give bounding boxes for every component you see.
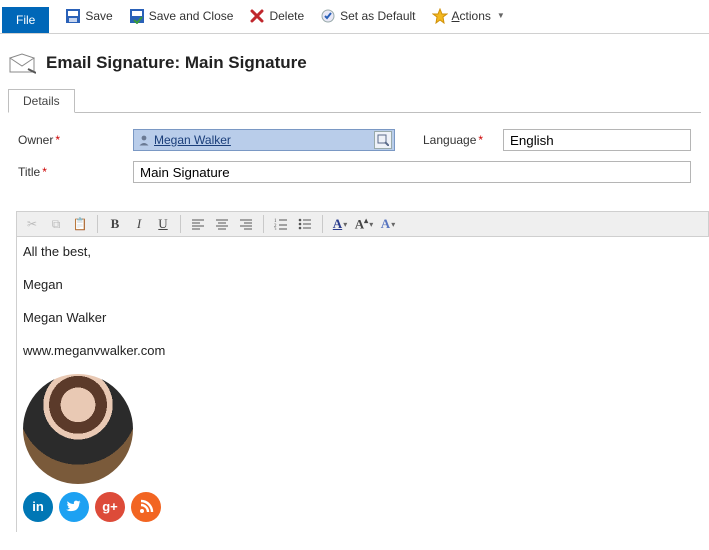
details-form: Owner* Megan Walker Language* Title* (0, 113, 709, 203)
sig-line-4: www.meganvwalker.com (23, 342, 703, 361)
copy-icon: ⧉ (52, 217, 61, 232)
owner-lookup-field[interactable]: Megan Walker (133, 129, 395, 151)
avatar-image (23, 374, 133, 484)
command-bar: File Save Save and Close Delete Set as D… (0, 0, 709, 34)
title-input[interactable] (133, 161, 691, 183)
save-close-icon (129, 8, 145, 24)
owner-label: Owner* (18, 133, 123, 147)
bulleted-list-button[interactable] (294, 214, 316, 234)
copy-button[interactable]: ⧉ (45, 214, 67, 234)
check-default-icon (320, 8, 336, 24)
googleplus-icon[interactable]: g+ (95, 492, 125, 522)
align-center-button[interactable] (211, 214, 233, 234)
paste-button[interactable]: 📋 (69, 214, 91, 234)
language-label: Language* (423, 133, 493, 147)
rss-icon[interactable] (131, 492, 161, 522)
page-title: Email Signature: Main Signature (46, 53, 307, 73)
tab-strip: Details (8, 88, 701, 113)
row-owner-language: Owner* Megan Walker Language* (18, 129, 691, 151)
italic-button[interactable]: I (128, 214, 150, 234)
sig-line-3: Megan Walker (23, 309, 703, 328)
delete-button[interactable]: Delete (241, 4, 312, 28)
font-color-icon: A (333, 216, 342, 232)
separator (263, 215, 264, 233)
separator (322, 215, 323, 233)
actions-star-icon (432, 8, 448, 24)
cut-button[interactable]: ✂ (21, 214, 43, 234)
owner-link[interactable]: Megan Walker (154, 133, 370, 147)
twitter-icon[interactable] (59, 492, 89, 522)
chevron-down-icon: ▼ (497, 11, 505, 20)
save-and-close-button[interactable]: Save and Close (121, 4, 242, 28)
language-input[interactable] (503, 129, 691, 151)
save-button[interactable]: Save (57, 4, 120, 28)
delete-icon (249, 8, 265, 24)
separator (180, 215, 181, 233)
svg-text:3: 3 (274, 228, 277, 230)
page-header: Email Signature: Main Signature (0, 34, 709, 88)
actions-label: AActionsctions (452, 9, 491, 23)
align-left-button[interactable] (187, 214, 209, 234)
bold-button[interactable]: B (104, 214, 126, 234)
editor-toolbar: ✂ ⧉ 📋 B I U 123 A▾ A▴▾ A▾ (16, 211, 709, 237)
signature-editor[interactable]: All the best, Megan Megan Walker www.meg… (16, 237, 709, 532)
person-icon (138, 134, 150, 146)
sig-line-2: Megan (23, 276, 703, 295)
font-size-icon: A▴ (355, 216, 368, 232)
delete-label: Delete (269, 9, 304, 23)
tab-details-label: Details (23, 94, 60, 108)
save-icon (65, 8, 81, 24)
actions-menu-button[interactable]: AActionsctions ▼ (424, 4, 513, 28)
cut-icon: ✂ (27, 217, 37, 232)
linkedin-icon[interactable]: in (23, 492, 53, 522)
row-title: Title* (18, 161, 691, 183)
set-default-label: Set as Default (340, 9, 415, 23)
align-center-icon (215, 218, 229, 230)
file-menu-button[interactable]: File (2, 7, 49, 33)
font-color-button[interactable]: A▾ (329, 214, 351, 234)
title-label: Title* (18, 165, 123, 179)
social-links-row: in g+ (23, 492, 703, 522)
separator (97, 215, 98, 233)
file-menu-label: File (16, 13, 35, 27)
save-label: Save (85, 9, 112, 23)
tab-details[interactable]: Details (8, 89, 75, 113)
envelope-icon (8, 52, 36, 74)
align-left-icon (191, 218, 205, 230)
numbered-list-icon: 123 (274, 218, 288, 230)
clear-format-button[interactable]: A▾ (377, 214, 399, 234)
clear-format-icon: A (381, 216, 390, 232)
lookup-icon[interactable] (374, 131, 392, 149)
set-as-default-button[interactable]: Set as Default (312, 4, 423, 28)
font-size-button[interactable]: A▴▾ (353, 214, 375, 234)
underline-button[interactable]: U (152, 214, 174, 234)
save-close-label: Save and Close (149, 9, 234, 23)
numbered-list-button[interactable]: 123 (270, 214, 292, 234)
sig-line-1: All the best, (23, 243, 703, 262)
paste-icon: 📋 (73, 217, 88, 232)
bulleted-list-icon (298, 218, 312, 230)
align-right-icon (239, 218, 253, 230)
align-right-button[interactable] (235, 214, 257, 234)
